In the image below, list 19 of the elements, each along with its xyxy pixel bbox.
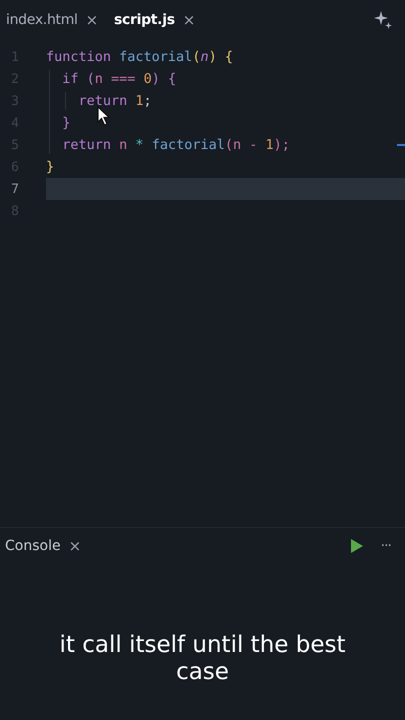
close-icon[interactable]: ×: [86, 11, 98, 29]
close-icon[interactable]: ×: [68, 537, 82, 555]
run-icon[interactable]: [350, 539, 363, 553]
sparkle-icon[interactable]: [373, 10, 393, 30]
more-icon[interactable]: ···: [380, 538, 391, 554]
file-tab[interactable]: index.html ×: [4, 9, 100, 31]
code-line: return n * factorial(n - 1);: [61, 137, 290, 153]
mouse-pointer-icon: [97, 106, 111, 126]
code-line: }: [61, 115, 70, 131]
code-line: return 1;: [78, 93, 152, 109]
close-icon[interactable]: ×: [182, 11, 196, 29]
caption-text: it call itself until the best case: [58, 632, 346, 686]
console-tab-title[interactable]: Console: [5, 538, 61, 554]
code-line: }: [46, 159, 54, 175]
code-line: if (n === 0) {: [61, 71, 176, 87]
code-line: function factorial(n) {: [46, 49, 233, 65]
file-tab[interactable]: script.js ×: [112, 9, 198, 31]
line-number: 7: [10, 182, 20, 196]
scroll-marker: [397, 144, 405, 146]
